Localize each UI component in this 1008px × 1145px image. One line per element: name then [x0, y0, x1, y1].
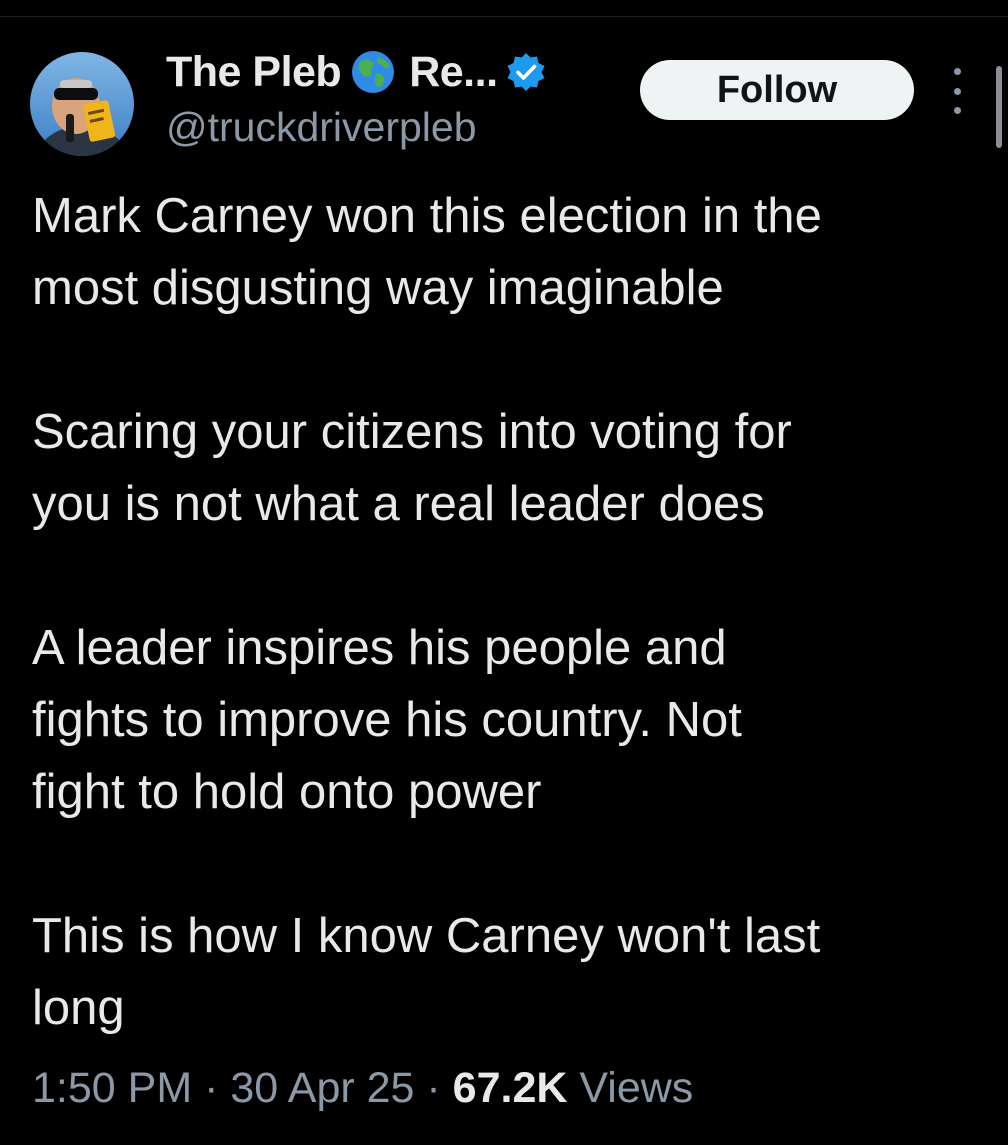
scrollbar-thumb[interactable] — [996, 66, 1002, 148]
author-handle[interactable]: @truckdriverpleb — [166, 104, 477, 151]
more-options-icon[interactable] — [944, 68, 970, 114]
top-divider — [0, 16, 1008, 17]
author-name-row[interactable]: The Pleb Re... — [166, 44, 546, 100]
tweet-time[interactable]: 1:50 PM — [32, 1064, 192, 1112]
tweet-meta: 1:50 PM · 30 Apr 25 · 67.2K Views — [32, 1064, 693, 1113]
views-count[interactable]: 67.2K — [453, 1064, 568, 1112]
tweet-paragraph: A leader inspires his people and fights … — [32, 621, 742, 819]
more-dot — [953, 107, 961, 114]
verified-icon — [506, 52, 546, 92]
follow-button[interactable]: Follow — [640, 60, 914, 120]
tweet-paragraph: Mark Carney won this election in the mos… — [32, 189, 822, 315]
tweet-paragraph: This is how I know Carney won't last lon… — [32, 909, 821, 1035]
author-display-name[interactable]: The Pleb — [166, 48, 342, 97]
tweet-text: Mark Carney won this election in the mos… — [32, 180, 982, 1044]
globe-icon — [351, 50, 395, 94]
more-dot — [953, 68, 961, 75]
views-label[interactable]: Views — [567, 1064, 693, 1112]
meta-separator: · — [192, 1064, 231, 1112]
tweet-date[interactable]: 30 Apr 25 — [230, 1064, 414, 1112]
meta-separator: · — [414, 1064, 453, 1112]
avatar[interactable] — [30, 52, 134, 156]
author-name-truncated[interactable]: Re... — [409, 48, 498, 97]
tweet-paragraph: Scaring your citizens into voting for yo… — [32, 405, 792, 531]
more-dot — [953, 87, 961, 95]
